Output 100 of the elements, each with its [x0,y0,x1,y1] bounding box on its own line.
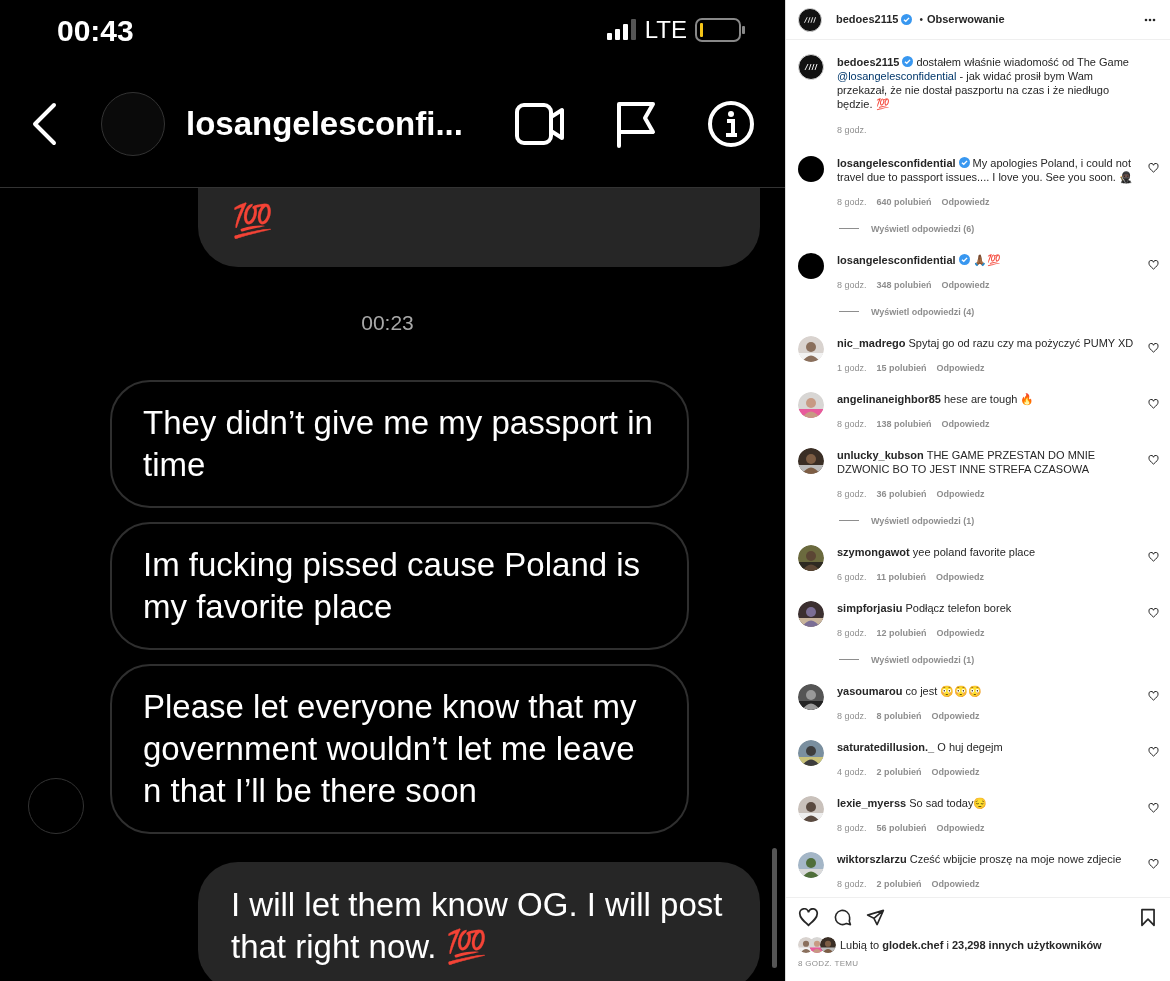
post-time: 8 GODZ. TEMU [798,957,860,970]
comment-text: angelinaneighbor85 hese are tough 🔥 [837,391,1036,406]
heart-icon[interactable] [1148,342,1159,353]
username-link[interactable]: angelinaneighbor85 [837,392,941,405]
message-bubble: Please let everyone know that my government wouldn’t let me leave n that I’ll be there soon [110,663,689,834]
battery-icon [695,18,745,42]
chat-title[interactable]: losangelesconfi... [186,98,463,149]
like-icon[interactable] [798,908,819,927]
heart-icon[interactable] [1148,802,1159,813]
comment-time: 8 godz. [837,278,867,292]
reply-link[interactable]: Odpowiedz [941,194,990,209]
likes-count[interactable]: 36 polubień [876,486,927,501]
view-replies-link[interactable]: Wyświetl odpowiedzi (1) [871,513,975,528]
heart-icon[interactable] [1148,746,1159,757]
username-link[interactable]: lexie_myerss [837,796,907,809]
comment-text: yasoumarou co jest 😳😳😳 [837,683,984,698]
reply-link[interactable]: Odpowiedz [936,486,985,501]
view-replies-link[interactable]: Wyświetl odpowiedzi (4) [871,304,975,319]
comment-time: 6 godz. [837,570,867,584]
heart-icon[interactable] [1148,454,1159,465]
username-link[interactable]: yasoumarou [837,684,903,697]
likes-count[interactable]: 8 polubień [876,708,922,723]
comment-time: 8 godz. [837,417,867,431]
comment-time: 8 godz. [837,877,867,891]
username-link[interactable]: bedoes2115 [837,56,900,68]
comment-time: 1 godz. [837,361,867,375]
comment-time: 8 godz. [837,195,867,209]
view-replies-link[interactable]: Wyświetl odpowiedzi (6) [871,221,975,236]
username-link[interactable]: szymongawot [837,545,910,558]
likes-count[interactable]: 348 polubień [876,277,932,292]
status-time: 00:43 [57,12,134,49]
mention-link[interactable]: @losangelesconfidential [837,70,957,82]
comment-text: simpforjasiu Podłącz telefon borek [837,600,1013,615]
reply-link[interactable]: Odpowiedz [936,360,985,375]
share-icon[interactable] [866,908,885,927]
username-link[interactable]: losangelesconfidential [837,156,956,169]
message-bubble: They didn’t give me my passport in time [110,379,689,508]
back-icon[interactable] [30,101,58,146]
bookmark-icon[interactable] [1140,908,1156,927]
comment-time: 8 godz. [837,487,867,501]
username-link[interactable]: simpforjasiu [837,601,903,614]
post-time: 8 godz. [837,124,868,137]
comment-text: wiktorszlarzu Cześć wbijcie proszę na moje nowe zdjecie [837,851,1123,866]
network-label: LTE [644,15,687,45]
heart-icon[interactable] [1148,162,1159,173]
likes-count[interactable]: 12 polubień [876,625,927,640]
logo-avatar-icon[interactable] [798,7,822,32]
heart-icon[interactable] [1148,690,1159,701]
message-time: 00:23 [361,310,414,336]
comment-time: 8 godz. [837,821,867,835]
reply-link[interactable]: Odpowiedz [931,708,980,723]
reply-link[interactable]: Odpowiedz [936,569,985,584]
comment-text: nic_madrego Spytaj go od razu czy ma pożyczyć PUMY XD [837,335,1135,350]
comment-time: 4 godz. [837,765,867,779]
info-icon[interactable] [707,99,755,148]
username-link[interactable]: saturatedillusion._ [837,740,935,753]
reply-link[interactable]: Odpowiedz [936,625,985,640]
avatar[interactable] [798,155,824,182]
follow-status[interactable]: Obserwowanie [926,11,1005,28]
comment-time: 8 godz. [837,709,867,723]
avatar[interactable] [798,252,824,279]
username-link[interactable]: bedoes2115 [836,11,899,28]
post-caption: bedoes2115 dostałem właśnie wiadomość od The Game @losangelesconfidential - jak widać prosił bym Wam przekazał, że nie dostał paszportu na czas i że niedługo będzie. 💯 [837,55,1130,111]
heart-icon[interactable] [1148,259,1159,270]
likes-count[interactable]: 2 polubień [876,876,922,891]
reply-link[interactable]: Odpowiedz [931,876,980,891]
likes-count[interactable]: 15 polubień [876,360,927,375]
username-link[interactable]: unlucky_kubson [837,448,924,461]
likes-count[interactable]: 2 polubień [876,764,922,779]
likes-count[interactable]: 640 polubień [876,194,932,209]
heart-icon[interactable] [1148,607,1159,618]
view-replies-link[interactable]: Wyświetl odpowiedzi (1) [871,652,975,667]
comment-text: unlucky_kubson THE GAME PRZESTAN DO MNIE DZWONIC BO TO JEST INNE STREFA CZASOWA [837,447,1097,476]
likes-count[interactable]: 138 polubień [876,416,932,431]
message-bubble: I will let them know OG. I will post that right now. 💯 [198,861,760,981]
logo-avatar-icon[interactable] [798,54,824,80]
comment-icon[interactable] [833,908,852,927]
flag-icon[interactable] [615,99,657,148]
username-link[interactable]: losangelesconfidential [837,253,956,266]
reply-link[interactable]: Odpowiedz [931,764,980,779]
message-bubble: Im fucking pissed cause Poland is my favorite place [110,521,689,650]
likes-count[interactable]: 11 polubień [876,569,927,584]
comment-time: 8 godz. [837,626,867,640]
signal-icon [606,19,637,41]
heart-icon[interactable] [1148,551,1159,562]
message-bubble: 💯 [198,188,760,267]
video-call-icon[interactable] [515,101,565,146]
reply-link[interactable]: Odpowiedz [941,416,990,431]
likes-count[interactable]: 56 polubień [876,820,927,835]
more-options-icon[interactable] [1144,17,1156,22]
reply-link[interactable]: Odpowiedz [936,820,985,835]
comment-text: saturatedillusion._ O huj degejm [837,739,1004,754]
username-link[interactable]: wiktorszlarzu [837,852,907,865]
heart-icon[interactable] [1148,858,1159,869]
heart-icon[interactable] [1148,398,1159,409]
username-link[interactable]: nic_madrego [837,336,906,349]
comment-text: lexie_myerss So sad today😔 [837,795,989,810]
reply-link[interactable]: Odpowiedz [941,277,990,292]
dot-separator: • [919,13,923,27]
comment-text: losangelesconfidential My apologies Poland, i could not travel due to passport issues.... I love you. See you soon. 🥷🏿 [837,155,1134,184]
